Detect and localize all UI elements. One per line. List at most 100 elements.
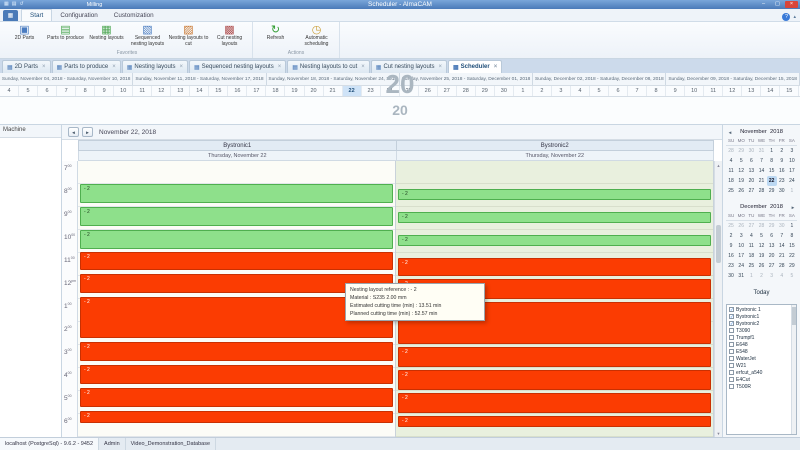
calendar-day-15[interactable]: 15: [767, 166, 777, 176]
calendar-day-26[interactable]: 26: [756, 261, 766, 271]
timeline-week-header[interactable]: Sunday, November 11, 2018 - Saturday, No…: [133, 73, 266, 85]
checkbox-icon[interactable]: [729, 356, 734, 361]
machine-list-item-e548[interactable]: E548: [727, 348, 796, 355]
calendar-day-6[interactable]: 6: [767, 231, 777, 241]
calendar-day-24[interactable]: 24: [787, 176, 797, 186]
schedule-block[interactable]: - 2: [398, 347, 711, 367]
doc-tab-nesting-layouts[interactable]: ▦Nesting layouts×: [122, 60, 188, 73]
calendar-day-18[interactable]: 18: [726, 176, 736, 186]
save-icon[interactable]: ▤: [12, 2, 17, 7]
calendar-day-19[interactable]: 19: [756, 251, 766, 261]
undo-icon[interactable]: ↺: [19, 2, 23, 7]
schedule-scrollbar[interactable]: ▲ ▼: [714, 161, 722, 437]
timeline-day-8[interactable]: 8: [76, 86, 95, 96]
timeline-day-4[interactable]: 4: [571, 86, 590, 96]
schedule-block[interactable]: - 2: [80, 411, 393, 424]
checkbox-icon[interactable]: [729, 342, 734, 347]
timeline-week-header[interactable]: Sunday, November 04, 2018 - Saturday, No…: [0, 73, 133, 85]
schedule-block[interactable]: - 2: [80, 365, 393, 385]
calendar-day-13[interactable]: 13: [767, 241, 777, 251]
today-button[interactable]: Today: [726, 290, 797, 296]
schedule-block[interactable]: - 2: [398, 235, 711, 247]
machine-list-item-waterjet[interactable]: WaterJet: [727, 355, 796, 362]
checkbox-icon[interactable]: ✓: [729, 314, 734, 319]
timeline-week-header[interactable]: Sunday, December 02, 2018 - Saturday, De…: [533, 73, 666, 85]
timeline-day-8[interactable]: 8: [647, 86, 666, 96]
timeline-day-18[interactable]: 18: [266, 86, 285, 96]
calendar-day-10[interactable]: 10: [736, 241, 746, 251]
calendar-day-26[interactable]: 26: [736, 186, 746, 196]
checkbox-icon[interactable]: [729, 384, 734, 389]
2d-parts-button[interactable]: ▣2D Parts: [4, 23, 45, 49]
machine-list-item-erfcut-a540[interactable]: erfcut_a540: [727, 369, 796, 376]
app-button[interactable]: ▦: [3, 10, 18, 21]
schedule-block[interactable]: - 2: [398, 393, 711, 413]
schedule-block[interactable]: - 2: [80, 230, 393, 249]
machine-header-bystronic2[interactable]: Bystronic2: [397, 140, 715, 151]
calendar-day-1[interactable]: 1: [787, 221, 797, 231]
calendar-day-28[interactable]: 28: [726, 146, 736, 156]
timeline-day-20[interactable]: 20: [305, 86, 324, 96]
calendar-day-19[interactable]: 19: [736, 176, 746, 186]
machine-list-scrollbar[interactable]: [791, 305, 796, 434]
timeline-day-27[interactable]: 27: [438, 86, 457, 96]
calendar-day-20[interactable]: 20: [746, 176, 756, 186]
checkbox-icon[interactable]: [729, 328, 734, 333]
schedule-block[interactable]: - 2: [80, 252, 393, 271]
calendar-day-12[interactable]: 12: [756, 241, 766, 251]
calendar-day-29[interactable]: 29: [736, 146, 746, 156]
calendar-day-29[interactable]: 29: [767, 186, 777, 196]
timeline-day-15[interactable]: 15: [780, 86, 799, 96]
timeline-day-4[interactable]: 4: [0, 86, 19, 96]
calendar-day-14[interactable]: 14: [756, 166, 766, 176]
timeline-day-5[interactable]: 5: [19, 86, 38, 96]
schedule-block[interactable]: - 2: [398, 370, 711, 390]
timeline-day-2[interactable]: 2: [533, 86, 552, 96]
calendar-day-8[interactable]: 8: [787, 231, 797, 241]
prev-day-button[interactable]: ◄: [68, 127, 79, 137]
parts-to-produce-button[interactable]: ▤Parts to produce: [45, 23, 86, 49]
calendar-day-31[interactable]: 31: [736, 271, 746, 281]
close-button[interactable]: ×: [785, 1, 798, 8]
calendar-day-22[interactable]: 22: [787, 251, 797, 261]
scroll-up-icon[interactable]: ▲: [715, 161, 722, 169]
calendar-day-7[interactable]: 7: [777, 231, 787, 241]
calendar-day-3[interactable]: 3: [787, 146, 797, 156]
calendar-next-icon[interactable]: ►: [790, 205, 796, 210]
timeline-day-6[interactable]: 6: [609, 86, 628, 96]
schedule-block[interactable]: - 2: [80, 342, 393, 362]
calendar-day-25[interactable]: 25: [726, 221, 736, 231]
machine-list-item-bystronic2[interactable]: ✓Bystronic2: [727, 320, 796, 327]
calendar-day-3[interactable]: 3: [767, 271, 777, 281]
close-tab-icon[interactable]: ×: [438, 64, 442, 70]
timeline-day-6[interactable]: 6: [38, 86, 57, 96]
calendar-day-14[interactable]: 14: [777, 241, 787, 251]
timeline-day-9[interactable]: 9: [666, 86, 685, 96]
schedule-block[interactable]: - 2: [80, 207, 393, 226]
machine-list-item-trumpf1[interactable]: Trumpf1: [727, 334, 796, 341]
doc-tab-2d-parts[interactable]: ▦2D Parts×: [2, 60, 51, 73]
ribbon-tab-start[interactable]: Start: [21, 9, 52, 21]
timeline-day-29[interactable]: 29: [476, 86, 495, 96]
calendar-day-11[interactable]: 11: [746, 241, 756, 251]
close-tab-icon[interactable]: ×: [42, 64, 46, 70]
timeline-day-23[interactable]: 23: [362, 86, 381, 96]
timeline-day-10[interactable]: 10: [685, 86, 704, 96]
machine-list-scrollbar-thumb[interactable]: [792, 307, 796, 325]
calendar-day-27[interactable]: 27: [746, 186, 756, 196]
help-icon[interactable]: ?: [782, 13, 790, 21]
doc-tab-sequenced-nesting-layouts[interactable]: ▦Sequenced nesting layouts×: [189, 60, 286, 73]
nesting-layouts-button[interactable]: ▦Nesting layouts: [86, 23, 127, 49]
calendar-day-28[interactable]: 28: [777, 261, 787, 271]
checkbox-icon[interactable]: [729, 370, 734, 375]
schedule-block[interactable]: - 2: [398, 258, 711, 277]
calendar-day-27[interactable]: 27: [767, 261, 777, 271]
calendar-day-23[interactable]: 23: [726, 261, 736, 271]
calendar-day-17[interactable]: 17: [736, 251, 746, 261]
machine-list-item-bystronic1[interactable]: ✓Bystronic1: [727, 313, 796, 320]
calendar-day-27[interactable]: 27: [746, 221, 756, 231]
ribbon-tab-customization[interactable]: Customization: [106, 10, 162, 21]
timeline-day-14[interactable]: 14: [190, 86, 209, 96]
calendar-day-23[interactable]: 23: [777, 176, 787, 186]
collapse-ribbon-icon[interactable]: ▴: [793, 14, 796, 20]
